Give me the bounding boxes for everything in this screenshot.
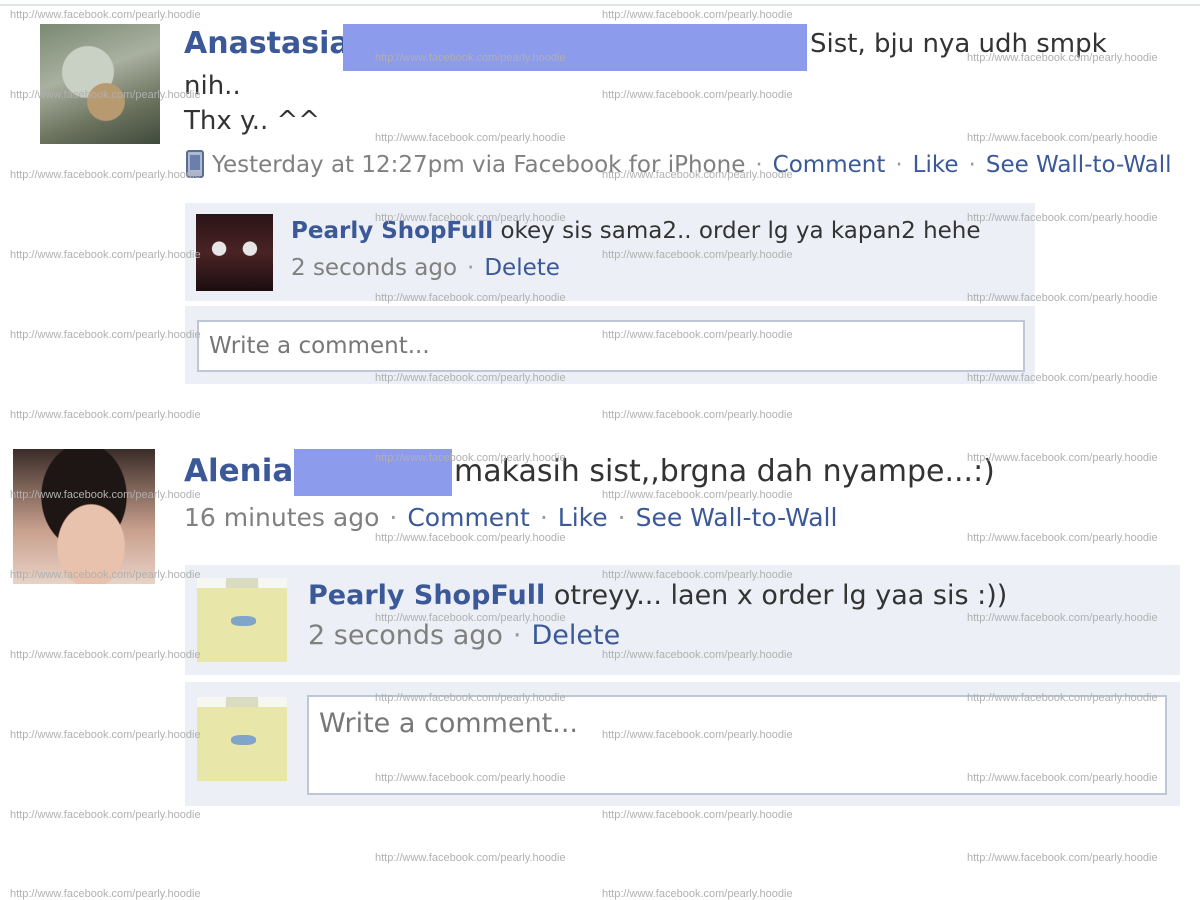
comment-time: 2 seconds ago [308, 620, 503, 651]
watermark: http://www.facebook.com/pearly.hoodie [10, 809, 201, 821]
commenter-name-link[interactable]: Pearly ShopFull [291, 218, 493, 244]
comment-text: okey sis sama2.. order lg ya kapan2 hehe [500, 218, 981, 244]
separator-dot: · [617, 503, 626, 532]
commenter-avatar [197, 697, 287, 781]
watermark: http://www.facebook.com/pearly.hoodie [967, 452, 1158, 464]
separator-dot: · [755, 152, 763, 178]
top-divider [0, 4, 1200, 6]
mobile-phone-icon [186, 150, 204, 178]
watermark: http://www.facebook.com/pearly.hoodie [967, 132, 1158, 144]
separator-dot: · [389, 503, 398, 532]
separator-dot: · [539, 503, 548, 532]
post-author-link[interactable]: Anastasia [184, 26, 350, 61]
comment-link[interactable]: Comment [407, 503, 530, 532]
comment-text: otreyy... laen x order lg yaa sis :)) [553, 580, 1008, 611]
comment-meta: 2 seconds ago · Delete [291, 255, 560, 281]
watermark: http://www.facebook.com/pearly.hoodie [602, 409, 793, 421]
watermark: http://www.facebook.com/pearly.hoodie [602, 888, 793, 900]
wall-to-wall-link[interactable]: See Wall-to-Wall [986, 152, 1172, 178]
post-time: Yesterday at 12:27pm via Facebook for iP… [212, 152, 746, 178]
comment-link[interactable]: Comment [773, 152, 886, 178]
separator-dot: · [467, 255, 475, 281]
watermark: http://www.facebook.com/pearly.hoodie [10, 249, 201, 261]
watermark: http://www.facebook.com/pearly.hoodie [10, 329, 201, 341]
post-text: Sist, bju nya udh smpk [810, 29, 1107, 59]
avatar-anastasia[interactable] [40, 24, 160, 144]
avatar-alenia[interactable] [13, 449, 155, 584]
write-comment-input[interactable]: Write a comment... [307, 695, 1167, 795]
comment-meta: 2 seconds ago · Delete [308, 620, 620, 651]
like-link[interactable]: Like [913, 152, 959, 178]
watermark: http://www.facebook.com/pearly.hoodie [602, 489, 793, 501]
comment-time: 2 seconds ago [291, 255, 458, 281]
watermark: http://www.facebook.com/pearly.hoodie [10, 9, 201, 21]
like-link[interactable]: Like [558, 503, 608, 532]
post-meta: 16 minutes ago · Comment · Like · See Wall-to-… [184, 503, 837, 532]
post-text: nih.. [184, 71, 241, 101]
watermark: http://www.facebook.com/pearly.hoodie [10, 649, 201, 661]
watermark: http://www.facebook.com/pearly.hoodie [967, 532, 1158, 544]
redaction-block [294, 449, 452, 496]
post-author-link[interactable]: Alenia [184, 453, 293, 489]
wall-to-wall-link[interactable]: See Wall-to-Wall [636, 503, 838, 532]
separator-dot: · [512, 620, 522, 651]
post-text: Thx y.. ^^ [184, 106, 321, 136]
watermark: http://www.facebook.com/pearly.hoodie [375, 852, 566, 864]
watermark: http://www.facebook.com/pearly.hoodie [10, 409, 201, 421]
commenter-avatar[interactable] [197, 578, 287, 662]
separator-dot: · [895, 152, 903, 178]
comment-line: Pearly ShopFull okey sis sama2.. order l… [291, 218, 981, 244]
comment-line: Pearly ShopFull otreyy... laen x order l… [308, 580, 1007, 611]
watermark: http://www.facebook.com/pearly.hoodie [967, 852, 1158, 864]
post-meta: Yesterday at 12:27pm via Facebook for iP… [186, 150, 1172, 178]
watermark: http://www.facebook.com/pearly.hoodie [10, 169, 201, 181]
watermark: http://www.facebook.com/pearly.hoodie [375, 132, 566, 144]
delete-link[interactable]: Delete [484, 255, 560, 281]
write-comment-input[interactable]: Write a comment... [197, 320, 1025, 372]
watermark: http://www.facebook.com/pearly.hoodie [375, 532, 566, 544]
watermark: http://www.facebook.com/pearly.hoodie [602, 89, 793, 101]
post-time: 16 minutes ago [184, 503, 380, 532]
post-text: makasih sist,,brgna dah nyampe...:) [454, 454, 995, 489]
separator-dot: · [968, 152, 976, 178]
watermark: http://www.facebook.com/pearly.hoodie [10, 729, 201, 741]
watermark: http://www.facebook.com/pearly.hoodie [10, 888, 201, 900]
redaction-block [343, 24, 807, 71]
commenter-avatar[interactable] [196, 214, 273, 291]
watermark: http://www.facebook.com/pearly.hoodie [602, 809, 793, 821]
watermark: http://www.facebook.com/pearly.hoodie [602, 9, 793, 21]
commenter-name-link[interactable]: Pearly ShopFull [308, 580, 545, 611]
delete-link[interactable]: Delete [532, 620, 621, 651]
